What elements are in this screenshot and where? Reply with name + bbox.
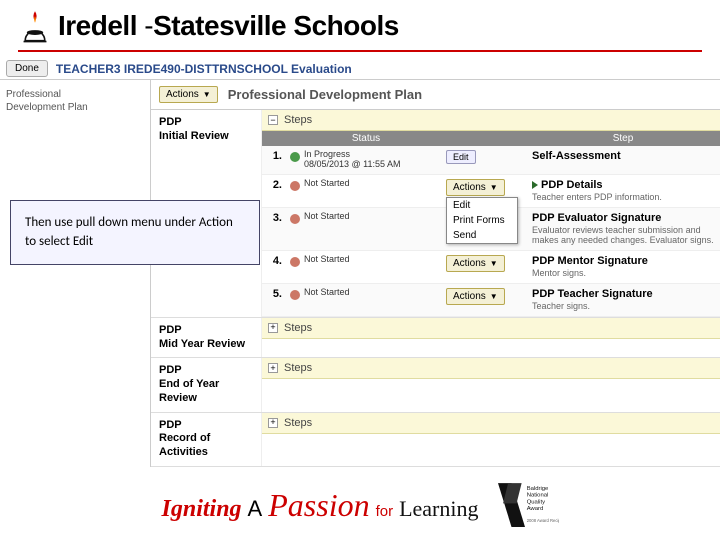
edit-button[interactable]: Edit xyxy=(446,150,476,164)
review-record-label: PDP Record of Activities xyxy=(151,413,261,466)
menu-item-send[interactable]: Send xyxy=(447,228,517,243)
steps-table-head: Status Step xyxy=(262,131,720,146)
steps-header-record[interactable]: + Steps xyxy=(262,413,720,434)
step-actions-button[interactable]: Actions▼ xyxy=(446,179,505,196)
evaluation-title: TEACHER3 IREDE490-DISTTRNSCHOOL Evaluati… xyxy=(56,62,352,76)
chevron-down-icon: ▼ xyxy=(203,90,211,99)
svg-text:Baldrige: Baldrige xyxy=(526,486,548,492)
actions-dropdown: Edit Print Forms Send xyxy=(446,197,518,244)
step-row: 2. Not Started Actions▼ Edit Print Forms… xyxy=(262,175,720,208)
content-area: Actions▼ Professional Development Plan P… xyxy=(150,80,720,467)
collapse-icon[interactable]: − xyxy=(268,115,278,125)
step-name: PDP Evaluator Signature xyxy=(532,212,720,224)
chevron-down-icon: ▼ xyxy=(490,292,498,301)
footer: Igniting A Passion for Learning Baldrige… xyxy=(0,478,720,532)
plan-title: Professional Development Plan xyxy=(228,87,422,102)
lamp-icon xyxy=(18,8,52,44)
expand-icon[interactable]: + xyxy=(268,418,278,428)
step-actions-button[interactable]: Actions▼ xyxy=(446,288,505,305)
brand-text: Iredell -Statesville Schools xyxy=(58,10,399,42)
svg-text:Award: Award xyxy=(526,506,543,512)
review-endyear-label: PDP End of Year Review xyxy=(151,358,261,411)
brand-underline xyxy=(18,50,702,52)
step-row: 5. Not Started Actions▼ PDP Teacher Sign… xyxy=(262,284,720,317)
tagline: Igniting A Passion for Learning xyxy=(162,487,479,524)
plan-header: Actions▼ Professional Development Plan xyxy=(151,80,720,110)
menu-item-edit[interactable]: Edit xyxy=(447,198,517,213)
steps-header-midyear[interactable]: + Steps xyxy=(262,318,720,339)
instruction-callout: Then use pull down menu under Action to … xyxy=(10,200,260,265)
svg-text:National: National xyxy=(526,493,548,499)
titlebar: Done TEACHER3 IREDE490-DISTTRNSCHOOL Eva… xyxy=(0,58,720,79)
sidebar: Professional Development Plan xyxy=(0,80,150,467)
steps-header-initial[interactable]: − Steps xyxy=(262,110,720,131)
status-not-started-icon xyxy=(290,290,300,300)
main-layout: Professional Development Plan Actions▼ P… xyxy=(0,79,720,467)
step-name: Self-Assessment xyxy=(532,150,720,162)
chevron-down-icon: ▼ xyxy=(490,183,498,192)
status-not-started-icon xyxy=(290,181,300,191)
steps-header-endyear[interactable]: + Steps xyxy=(262,358,720,379)
award-badge-icon: Baldrige National Quality Award 2008 Awa… xyxy=(491,478,559,532)
status-in-progress-icon xyxy=(290,152,300,162)
step-row: 4. Not Started Actions▼ PDP Mentor Signa… xyxy=(262,251,720,284)
status-not-started-icon xyxy=(290,257,300,267)
status-not-started-icon xyxy=(290,214,300,224)
chevron-down-icon: ▼ xyxy=(490,259,498,268)
review-record: PDP Record of Activities + Steps xyxy=(151,413,720,467)
play-icon xyxy=(532,181,538,189)
sidebar-item-pdp[interactable]: Professional Development Plan xyxy=(6,88,144,114)
menu-item-print-forms[interactable]: Print Forms xyxy=(447,213,517,228)
plan-actions-button[interactable]: Actions▼ xyxy=(159,86,218,103)
review-endyear: PDP End of Year Review + Steps xyxy=(151,358,720,412)
step-row: 1. In Progress 08/05/2013 @ 11:55 AM Edi… xyxy=(262,146,720,175)
done-button[interactable]: Done xyxy=(6,60,48,77)
svg-text:2008 Award Recipient: 2008 Award Recipient xyxy=(526,518,558,523)
svg-text:Quality: Quality xyxy=(526,499,544,505)
step-actions-button[interactable]: Actions▼ xyxy=(446,255,505,272)
review-midyear: PDP Mid Year Review + Steps xyxy=(151,318,720,359)
review-midyear-label: PDP Mid Year Review xyxy=(151,318,261,358)
expand-icon[interactable]: + xyxy=(268,323,278,333)
step-name: PDP Details xyxy=(532,179,720,191)
step-name: PDP Mentor Signature xyxy=(532,255,720,267)
expand-icon[interactable]: + xyxy=(268,363,278,373)
step-name: PDP Teacher Signature xyxy=(532,288,720,300)
brand-header: Iredell -Statesville Schools xyxy=(0,0,720,50)
